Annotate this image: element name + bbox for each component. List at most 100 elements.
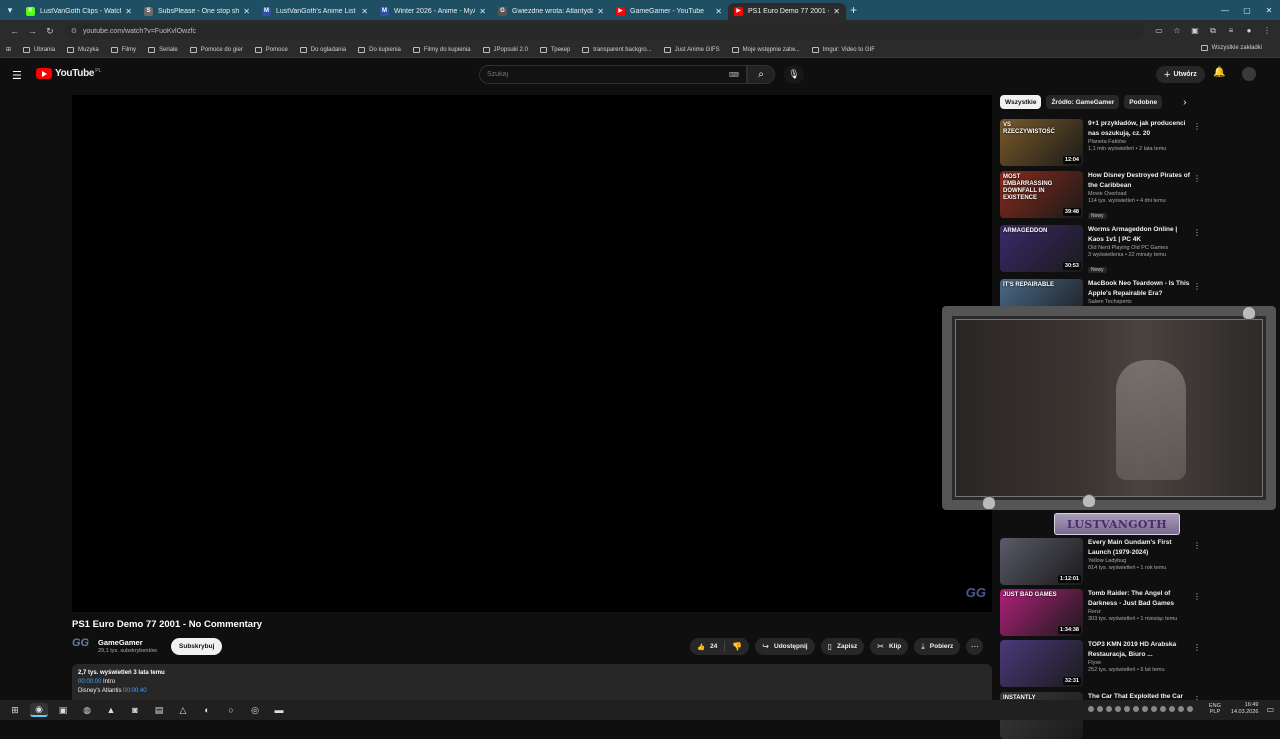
recommendation-title[interactable]: 9+1 przykładów, jak producenci nas oszuk… [1088, 119, 1192, 138]
bookmark-item[interactable]: Трекер [539, 46, 570, 53]
bookmark-item[interactable]: transparent backgro... [582, 46, 652, 53]
video-thumbnail[interactable]: MOST EMBARRASSING DOWNFALL IN EXISTENCE 3… [1000, 171, 1083, 218]
video-thumbnail[interactable]: 1:12:01 [1000, 538, 1083, 585]
tray-icon[interactable] [1132, 706, 1139, 712]
recommendation-channel[interactable]: Salem Techsperts [1088, 299, 1192, 305]
bookmark-item[interactable]: Do kupienia [358, 46, 401, 53]
browser-menu-icon[interactable]: ⋮ [1260, 26, 1274, 36]
back-icon[interactable]: ← [6, 26, 24, 36]
recommendation-title[interactable]: Worms Armageddon Online | Kaos 1v1 | PC … [1088, 225, 1192, 244]
tray-icon[interactable] [1186, 706, 1193, 712]
bookmark-item[interactable]: Do ogladania [299, 46, 346, 53]
bookmark-item[interactable]: Muzyka [67, 46, 99, 53]
recommendation-item[interactable]: MOST EMBARRASSING DOWNFALL IN EXISTENCE 3… [1000, 171, 1205, 219]
recommendation-item[interactable]: 32:31 TOP3 KMN 2019 HD Arabska Restauracj… [1000, 640, 1205, 688]
tray-icon[interactable] [1087, 706, 1094, 712]
download-button[interactable]: ⤓ Pobierz [914, 638, 961, 655]
vlc-icon[interactable]: △ [174, 703, 192, 717]
bookmark-item[interactable]: Filmy do kupienia [412, 46, 471, 53]
folder-icon[interactable]: ▬ [270, 703, 288, 717]
tray-icon[interactable] [1114, 706, 1121, 712]
window-app-icon[interactable]: ▤ [150, 703, 168, 717]
video-player[interactable]: GG [72, 95, 992, 612]
more-options-icon[interactable]: ⋮ [1193, 174, 1201, 183]
bookmark-item[interactable]: Seriale [148, 46, 178, 53]
chip-all[interactable]: Wszystkie [1000, 95, 1042, 109]
more-options-icon[interactable]: ⋮ [1193, 643, 1201, 652]
more-actions-icon[interactable]: ⋯ [966, 638, 984, 655]
triangle-app-icon[interactable]: ▲ [102, 703, 120, 717]
bookmark-item[interactable]: JPopsuki 2.0 [482, 46, 528, 53]
tray-icon[interactable] [1096, 706, 1103, 712]
browser-tab[interactable]: K LustVanGoth Clips - Watch Live ✕ [20, 3, 138, 20]
tray-icon[interactable] [1150, 706, 1157, 712]
cast-icon[interactable]: ▭ [1152, 26, 1166, 36]
search-button[interactable]: ⌕ [747, 65, 775, 84]
description-box[interactable]: 2,7 tys. wyświetleń 3 lata temu 00:00:00… [72, 664, 992, 704]
notifications-bell-icon[interactable]: 🔔 [1213, 67, 1225, 78]
browser-tab[interactable]: G Gwiezdne wrota: Atlantyda / St✕ [492, 3, 610, 20]
channel-avatar[interactable]: GG [72, 637, 92, 655]
clip-button[interactable]: ✂ Klip [870, 638, 909, 655]
keyboard-icon[interactable]: ⌨ [729, 71, 739, 79]
recommendation-item[interactable]: ARMAGEDDON 30:53 Worms Armageddon Online |… [1000, 225, 1205, 273]
recommendation-title[interactable]: How Disney Destroyed Pirates of the Cari… [1088, 171, 1192, 190]
tab-close-icon[interactable]: ✕ [361, 7, 368, 16]
dislike-button[interactable]: 👎 [725, 642, 749, 651]
tray-icon[interactable] [1123, 706, 1130, 712]
profile-icon[interactable]: ● [1242, 26, 1256, 36]
close-window-icon[interactable]: ✕ [1258, 0, 1280, 20]
channel-name[interactable]: GameGamer [98, 638, 157, 647]
bookmark-item[interactable]: Imgur: Video to GIF [811, 46, 875, 53]
all-bookmarks[interactable]: Wszystkie zakładki [1200, 45, 1274, 51]
browser-tab[interactable]: ▶ PS1 Euro Demo 77 2001 - No C ✕ [728, 3, 846, 20]
more-options-icon[interactable]: ⋮ [1193, 228, 1201, 237]
chrome-icon[interactable]: ◉ [30, 703, 48, 717]
recommendation-channel[interactable]: Old Nerd Playing Old PC Games [1088, 245, 1192, 251]
recommendation-channel[interactable]: Movie Overload [1088, 191, 1192, 197]
more-options-icon[interactable]: ⋮ [1193, 541, 1201, 550]
chevron-right-icon[interactable]: › [1183, 97, 1186, 108]
tray-icon[interactable] [1177, 706, 1184, 712]
tab-search-icon[interactable]: ▾ [0, 0, 20, 20]
terminal-icon[interactable]: ▣ [54, 703, 72, 717]
bookmark-item[interactable]: Just Anime GIFS [663, 46, 720, 53]
create-button[interactable]: + Utwórz [1156, 66, 1205, 83]
browser-tab[interactable]: ▶ GameGamer - YouTube ✕ [610, 3, 728, 20]
recommendation-channel[interactable]: Flyse [1088, 660, 1192, 666]
tab-close-icon[interactable]: ✕ [833, 7, 840, 16]
obs-icon[interactable]: ◎ [246, 703, 264, 717]
tab-close-icon[interactable]: ✕ [597, 7, 604, 16]
discord-icon[interactable]: ◙ [126, 703, 144, 717]
bookmark-star-icon[interactable]: ☆ [1170, 26, 1184, 36]
extensions-puzzle-icon[interactable]: ⧉ [1206, 26, 1220, 36]
tray-icon[interactable] [1159, 706, 1166, 712]
maximize-icon[interactable]: ▢ [1236, 0, 1258, 20]
minimize-icon[interactable]: — [1214, 0, 1236, 20]
tab-close-icon[interactable]: ✕ [715, 7, 722, 16]
reload-icon[interactable]: ↻ [41, 26, 59, 37]
voice-search-button[interactable]: 🎙 [784, 65, 804, 84]
recommendation-item[interactable]: INSTANTLYThe Car That Exploited the Car⋮ [1000, 692, 1205, 739]
like-button[interactable]: 👍 24 [690, 641, 726, 652]
browser-tab[interactable]: M Winter 2026 - Anime - MyAnim ✕ [374, 3, 492, 20]
tray-icon[interactable] [1141, 706, 1148, 712]
language-indicator[interactable]: ENG PLP [1209, 703, 1221, 715]
site-info-icon[interactable]: ⚙ [71, 27, 77, 35]
new-tab-button[interactable]: + [850, 3, 857, 17]
search-box[interactable]: ⌨ [479, 65, 747, 84]
search-input[interactable] [487, 71, 727, 78]
recommendation-item[interactable]: 1:12:01 Every Main Gundam's First Launch … [1000, 538, 1205, 586]
browser-tab[interactable]: S SubsPlease - One stop shop fo✕ [138, 3, 256, 20]
subscribe-button[interactable]: Subskrybuj [171, 637, 223, 655]
account-avatar[interactable] [1242, 67, 1256, 81]
hamburger-menu-icon[interactable]: ☰ [12, 69, 22, 82]
video-thumbnail[interactable]: ARMAGEDDON 30:53 [1000, 225, 1083, 272]
recommendation-channel[interactable]: Yellow Ladybug [1088, 558, 1192, 564]
youtube-logo[interactable]: YouTube PL [36, 68, 101, 79]
windows-start-icon[interactable]: ⊞ [6, 703, 24, 717]
globe-icon[interactable]: ◍ [78, 703, 96, 717]
bookmark-item[interactable]: Ubrania [23, 46, 55, 53]
recommendation-title[interactable]: TOP3 KMN 2019 HD Arabska Restauracja, Bi… [1088, 640, 1192, 659]
timestamp-link[interactable]: 00:00:40 [123, 688, 146, 694]
